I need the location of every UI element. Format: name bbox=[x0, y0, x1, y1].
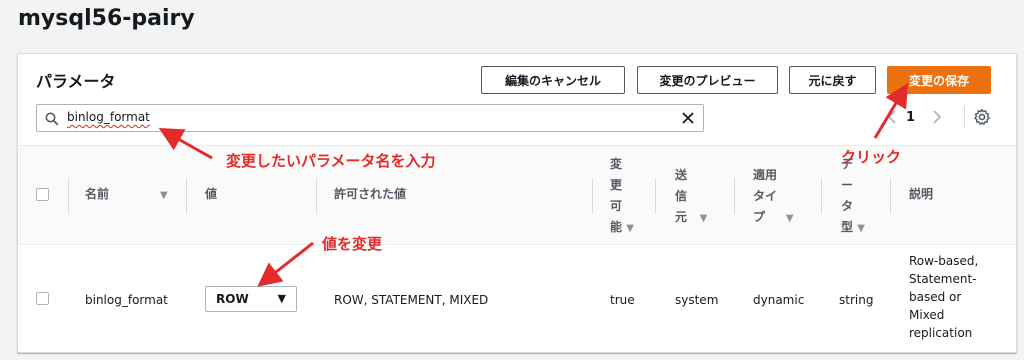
column-header-apply-type[interactable]: 適用 タイ プ ▼ bbox=[753, 165, 794, 229]
sort-down-icon[interactable]: ▼ bbox=[786, 213, 794, 224]
column-header-name-label: 名前 bbox=[85, 187, 110, 201]
search-input[interactable]: binlog_format bbox=[36, 104, 704, 132]
header-char: 適用 bbox=[753, 168, 778, 182]
column-separator bbox=[186, 178, 187, 214]
chevron-right-icon[interactable] bbox=[932, 109, 942, 129]
table-row[interactable]: binlog_format ROW ▼ ROW, STATEMENT, MIXE… bbox=[18, 245, 1016, 353]
column-header-value[interactable]: 値 bbox=[205, 184, 217, 205]
column-separator bbox=[316, 178, 317, 214]
value-select-label: ROW bbox=[216, 292, 249, 306]
cell-description: Row-based, Statement- based or Mixed rep… bbox=[909, 252, 978, 342]
column-header-description[interactable]: 説明 bbox=[909, 184, 933, 205]
cell-modifiable: true bbox=[610, 293, 635, 307]
column-separator bbox=[890, 178, 891, 214]
column-header-name[interactable]: 名前 bbox=[85, 184, 109, 205]
sort-down-icon[interactable]: ▼ bbox=[857, 223, 865, 234]
save-changes-button[interactable]: 変更の保存 bbox=[887, 66, 991, 94]
page-number[interactable]: 1 bbox=[906, 110, 915, 125]
column-header-modifiable[interactable]: 変 更 可 能 ▼ bbox=[610, 154, 634, 239]
header-char: 更 bbox=[610, 178, 623, 192]
column-separator bbox=[592, 178, 593, 214]
search-icon bbox=[45, 111, 59, 130]
panel-title: パラメータ bbox=[36, 72, 116, 91]
cell-source: system bbox=[675, 293, 719, 307]
preview-changes-button[interactable]: 変更のプレビュー bbox=[637, 66, 778, 94]
annotation-search-note: 変更したいパラメータ名を入力 bbox=[226, 152, 436, 170]
header-char: 元 ▼ bbox=[675, 210, 708, 224]
chevron-left-icon[interactable] bbox=[887, 109, 897, 129]
header-char: プ ▼ bbox=[753, 210, 794, 224]
column-separator bbox=[68, 178, 69, 214]
sort-down-icon[interactable]: ▼ bbox=[160, 190, 168, 201]
parameters-panel: パラメータ 編集のキャンセル 変更のプレビュー 元に戻す 変更の保存 binlo… bbox=[17, 53, 1017, 353]
sort-down-icon[interactable]: ▼ bbox=[700, 213, 708, 224]
cell-data-type: string bbox=[839, 293, 874, 307]
header-char: 型 ▼ bbox=[841, 220, 865, 234]
cell-allowed: ROW, STATEMENT, MIXED bbox=[334, 293, 489, 307]
cancel-edit-button[interactable]: 編集のキャンセル bbox=[481, 66, 625, 94]
column-separator bbox=[821, 178, 822, 214]
header-char: 可 bbox=[610, 199, 623, 213]
value-select[interactable]: ROW ▼ bbox=[205, 286, 297, 312]
page-title: mysql56-pairy bbox=[18, 6, 195, 31]
column-header-source[interactable]: 送 信 元 ▼ bbox=[675, 165, 707, 229]
cell-name: binlog_format bbox=[85, 293, 168, 307]
description-line: Mixed bbox=[909, 308, 945, 322]
header-char: 変 bbox=[610, 157, 623, 171]
description-line: based or bbox=[909, 290, 962, 304]
select-all-checkbox[interactable] bbox=[36, 188, 49, 201]
search-value: binlog_format bbox=[67, 110, 150, 124]
cell-apply-type: dynamic bbox=[753, 293, 805, 307]
sort-down-icon[interactable]: ▼ bbox=[626, 223, 634, 234]
header-char: 送 bbox=[675, 168, 688, 182]
revert-button[interactable]: 元に戻す bbox=[789, 66, 876, 94]
description-line: Row-based, bbox=[909, 254, 979, 268]
header-char: タ bbox=[841, 199, 854, 213]
gear-icon[interactable] bbox=[973, 108, 991, 130]
description-line: Statement- bbox=[909, 272, 977, 286]
clear-search-icon[interactable] bbox=[681, 110, 695, 129]
annotation-value-note: 値を変更 bbox=[322, 235, 383, 253]
annotation-click-note: クリック bbox=[841, 148, 902, 166]
header-char: ー bbox=[841, 178, 854, 192]
header-char: 能 ▼ bbox=[610, 220, 634, 234]
caret-down-icon: ▼ bbox=[277, 292, 286, 305]
divider bbox=[964, 106, 965, 128]
column-header-allowed[interactable]: 許可された値 bbox=[334, 184, 406, 205]
column-separator bbox=[655, 178, 656, 214]
header-char: 信 bbox=[675, 189, 688, 203]
column-separator bbox=[734, 178, 735, 214]
description-line: replication bbox=[909, 326, 973, 340]
header-char: タイ bbox=[753, 189, 778, 203]
row-checkbox[interactable] bbox=[36, 292, 49, 305]
